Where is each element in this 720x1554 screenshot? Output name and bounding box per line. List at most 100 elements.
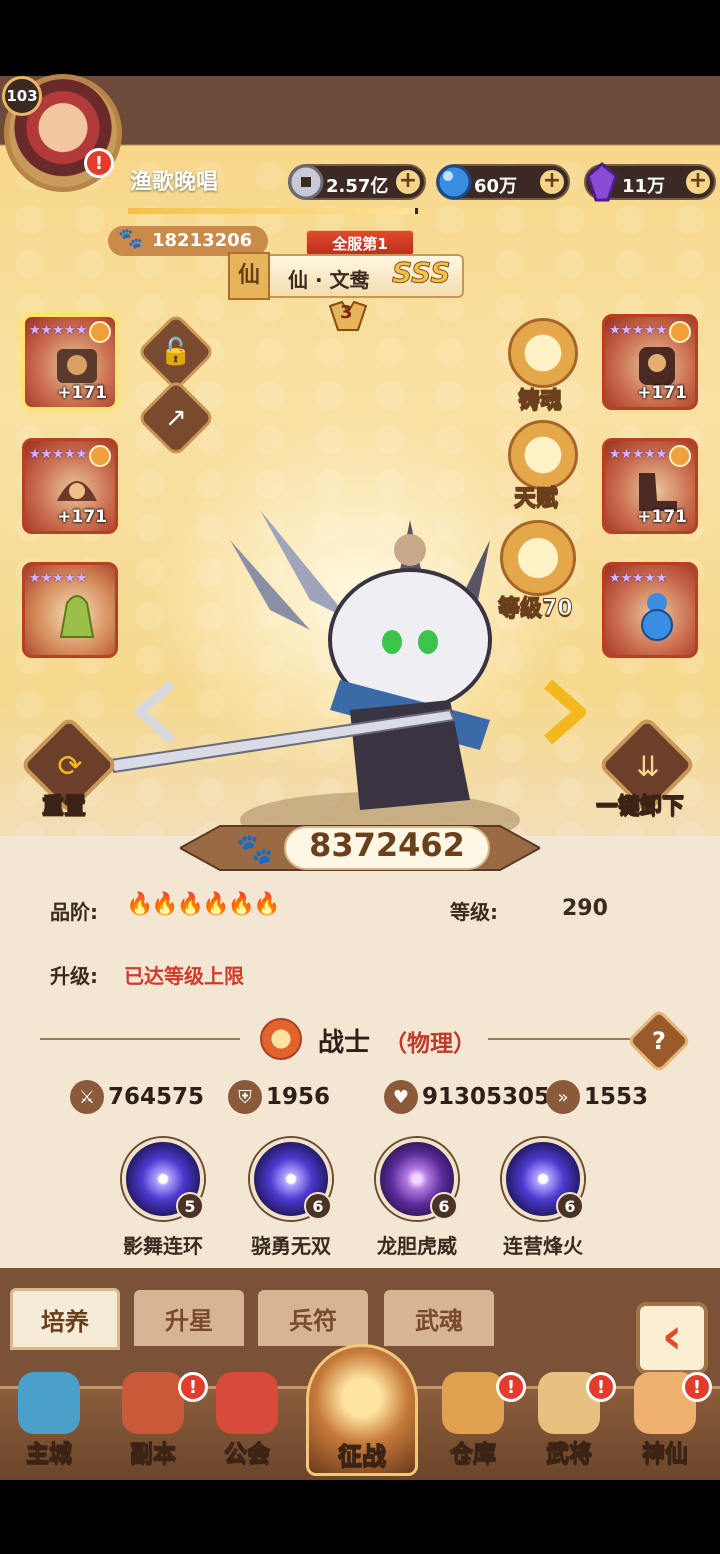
back-chevron-icon: ‹ — [661, 1307, 683, 1365]
nav-label: 公会 — [224, 1441, 271, 1468]
hero-character — [110, 510, 520, 848]
crystal-amount: 11万 — [622, 176, 666, 197]
server-rank-badge: 全服第1 — [306, 230, 414, 256]
tab-star-up[interactable]: 升星 — [134, 1290, 244, 1346]
slot-stars: ★★★★★ — [29, 571, 88, 586]
equip-slot-right-3[interactable]: ★★★★★ — [602, 562, 698, 658]
divider-left — [40, 1038, 240, 1040]
tab-tally[interactable]: 兵符 — [258, 1290, 368, 1346]
generals-alert-icon: ! — [586, 1372, 616, 1402]
silver-coin-icon — [288, 164, 324, 200]
paw-icon: 🐾 — [236, 832, 274, 867]
warehouse-alert-icon: ! — [496, 1372, 526, 1402]
slot-level: +171 — [57, 383, 107, 403]
fire-icon — [669, 321, 691, 343]
quality-flames: 🔥🔥🔥🔥🔥🔥 — [126, 892, 280, 917]
silver-add-button[interactable]: + — [396, 170, 420, 194]
upgrade-label: 升级: — [50, 964, 98, 988]
share-icon: ↗ — [165, 403, 187, 433]
player-name: 渔歌晚唱 — [130, 170, 219, 195]
nav-label: 神仙 — [642, 1441, 689, 1468]
nav-label: 武将 — [546, 1441, 593, 1468]
shield-icon: ⛨ — [228, 1080, 262, 1114]
slot-stars: ★★★★★ — [29, 447, 88, 462]
nav-label: 主城 — [26, 1441, 73, 1468]
skill-4[interactable]: 6 — [502, 1138, 584, 1220]
hp-value: 91305305 — [422, 1084, 551, 1110]
avatar-alert-icon: ! — [84, 148, 114, 178]
exp-bar — [128, 208, 418, 214]
fire-icon — [89, 445, 111, 467]
slot-stars: ★★★★★ — [609, 323, 668, 338]
skill-level-badge: 6 — [556, 1192, 584, 1220]
skill-3[interactable]: 6 — [376, 1138, 458, 1220]
speed-value: 1553 — [584, 1084, 649, 1110]
nav-label: 副本 — [130, 1441, 177, 1468]
nav-main-city[interactable]: 主城 — [6, 1372, 92, 1472]
reset-label: 重置 — [41, 794, 87, 820]
unlock-icon: 🔓 — [159, 337, 193, 367]
next-hero-arrow[interactable] — [540, 680, 588, 744]
treasure-bag-icon — [442, 1372, 504, 1434]
equip-slot-left-3[interactable]: ★★★★★ — [22, 562, 118, 658]
orb-add-button[interactable]: + — [540, 170, 564, 194]
castle-icon — [18, 1372, 80, 1434]
star-level: 3 — [340, 302, 353, 323]
currency-orb[interactable]: 60万 + — [436, 164, 570, 200]
exp-bar-fill — [128, 208, 416, 214]
hero-class-type: （物理） — [384, 1031, 476, 1057]
previous-hero-arrow[interactable] — [132, 680, 180, 744]
forge-soul-button[interactable] — [508, 318, 578, 388]
tab-martial-soul[interactable]: 武魂 — [384, 1290, 494, 1346]
immortals-alert-icon: ! — [682, 1372, 712, 1402]
tab-train[interactable]: 培养 — [10, 1288, 120, 1350]
guild-flag-icon — [216, 1372, 278, 1434]
equip-slot-right-2[interactable]: ★★★★★ +171 — [602, 438, 698, 534]
slot-stars: ★★★★★ — [609, 571, 668, 586]
slot-stars: ★★★★★ — [609, 447, 668, 462]
fire-icon — [89, 321, 111, 343]
quality-label: 品阶: — [50, 900, 98, 924]
skill-2-name: 骁勇无双 — [251, 1234, 331, 1258]
slot-level: +171 — [57, 507, 107, 527]
hero-grade: SSS — [392, 256, 452, 290]
blue-orb-icon — [436, 164, 472, 200]
slot-stars: ★★★★★ — [29, 323, 88, 338]
unequip-icon: ⇊ — [636, 749, 660, 783]
currency-crystal[interactable]: 11万 + — [584, 162, 716, 202]
hero-name: 仙 · 文鸯 — [288, 268, 370, 292]
equip-slot-left-2[interactable]: ★★★★★ +171 — [22, 438, 118, 534]
jade-statue-icon — [59, 595, 95, 638]
nav-campaign-label: 征战 — [338, 1442, 387, 1471]
slot-level: +171 — [637, 383, 687, 403]
nav-label: 仓库 — [450, 1441, 497, 1468]
skill-1[interactable]: 5 — [122, 1138, 204, 1220]
defense-value: 1956 — [266, 1084, 331, 1110]
currency-silver[interactable]: 2.57亿 + — [288, 164, 426, 200]
upgrade-status: 已达等级上限 — [124, 964, 244, 988]
hero-class-name: 战士 — [318, 1028, 371, 1058]
nav-guild[interactable]: 公会 — [204, 1372, 290, 1472]
divider-right — [488, 1038, 638, 1040]
system-nav-bar — [0, 1480, 720, 1554]
heart-icon: ♥ — [384, 1080, 418, 1114]
skill-4-name: 连营烽火 — [503, 1234, 583, 1258]
skill-level-badge: 6 — [304, 1192, 332, 1220]
refresh-icon: ⟳ — [57, 748, 83, 784]
forge-soul-label: 铸魂 — [517, 388, 563, 414]
question-icon: ? — [652, 1027, 666, 1055]
skill-level-badge: 5 — [176, 1192, 204, 1220]
paw-icon: 🐾 — [118, 226, 143, 250]
unequip-all-label: 一键卸下 — [595, 794, 685, 820]
gourd-icon — [641, 593, 673, 641]
skill-3-name: 龙胆虎威 — [377, 1234, 457, 1258]
status-bar — [0, 0, 720, 76]
skill-2[interactable]: 6 — [250, 1138, 332, 1220]
crystal-add-button[interactable]: + — [686, 170, 710, 194]
attack-value: 764575 — [108, 1084, 205, 1110]
equip-slot-right-1[interactable]: ★★★★★ +171 — [602, 314, 698, 410]
orb-amount: 60万 — [474, 176, 518, 197]
warrior-class-icon — [260, 1018, 302, 1060]
fire-icon — [669, 445, 691, 467]
equip-slot-left-1[interactable]: ★★★★★ +171 — [22, 314, 118, 410]
